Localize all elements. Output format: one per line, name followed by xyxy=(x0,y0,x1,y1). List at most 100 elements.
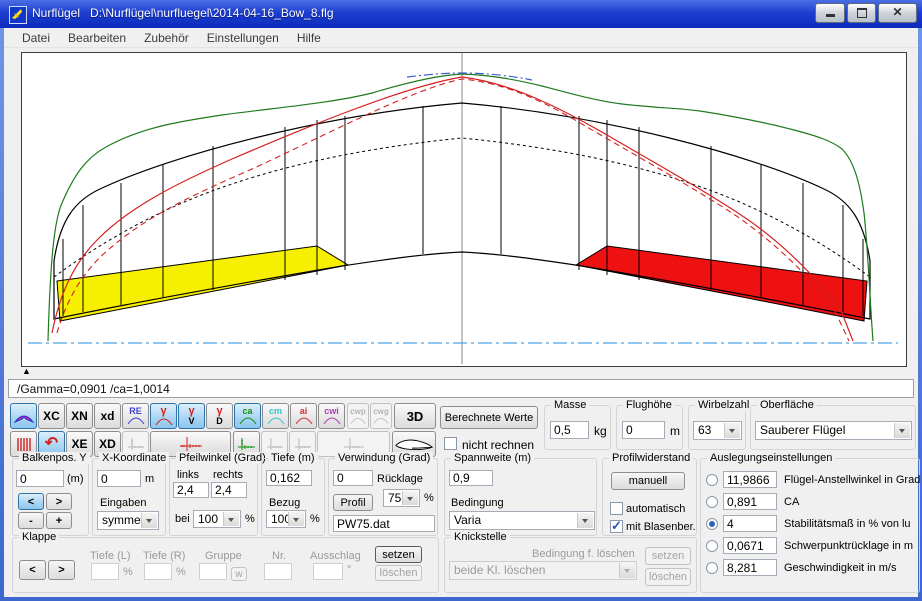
tiefe-r-label: Tiefe (R) xyxy=(143,550,185,562)
xn-button[interactable]: XN xyxy=(66,403,93,429)
balkenpos-next-button[interactable]: > xyxy=(46,493,72,510)
re-button[interactable]: RE xyxy=(122,403,149,429)
gamma-v-button[interactable]: γ V xyxy=(178,403,205,429)
menu-zubehoer[interactable]: Zubehör xyxy=(135,29,198,47)
wing-planform-canvas[interactable] xyxy=(21,52,907,367)
ca-label: CA xyxy=(784,496,799,508)
minimize-button[interactable] xyxy=(815,3,845,23)
cwp-button[interactable]: cwp xyxy=(347,403,369,429)
cm-curve-icon xyxy=(267,417,285,425)
ca-input[interactable] xyxy=(723,493,777,510)
balken-position-marker[interactable]: ▲ xyxy=(22,366,31,376)
chevron-down-icon xyxy=(402,491,418,505)
ausschlag-input[interactable] xyxy=(313,563,343,580)
radio-anstellwinkel[interactable] xyxy=(706,474,718,486)
profil-button[interactable]: Profil xyxy=(333,494,373,511)
client-area: ▲ /Gamma=0,0901 /ca=1,0014 XC XN xd RE γ… xyxy=(4,48,918,597)
restore-button[interactable] xyxy=(847,3,876,23)
nicht-rechnen-checkbox[interactable] xyxy=(444,437,457,450)
profil-file-input[interactable] xyxy=(333,515,435,532)
berechnete-werte-button[interactable]: Berechnete Werte xyxy=(440,406,538,429)
tiefe-input[interactable] xyxy=(266,470,312,486)
bezug-select[interactable]: 100 xyxy=(266,510,306,528)
ruecklage-percent: % xyxy=(424,492,434,504)
schwerpunkt-input[interactable] xyxy=(723,537,777,554)
status-bar: /Gamma=0,0901 /ca=1,0014 xyxy=(8,379,914,398)
bezug-percent: % xyxy=(310,513,320,525)
view-3d-button[interactable]: 3D xyxy=(394,403,436,429)
tiefe-r-percent: % xyxy=(176,566,186,578)
ca-button[interactable]: ca xyxy=(234,403,261,429)
close-icon: ✕ xyxy=(879,4,916,21)
chevron-down-icon xyxy=(577,513,593,528)
klappe-next-button[interactable]: > xyxy=(48,560,75,580)
blasenber-checkbox[interactable] xyxy=(610,520,623,533)
radio-ca[interactable] xyxy=(706,496,718,508)
balkenpos-input[interactable] xyxy=(16,470,64,487)
balkenpos-minus-button[interactable]: - xyxy=(18,512,44,529)
cwg-button[interactable]: cwg xyxy=(370,403,392,429)
oberflaeche-select[interactable]: Sauberer Flügel xyxy=(755,421,912,440)
menu-einstellungen[interactable]: Einstellungen xyxy=(198,29,288,47)
anstellwinkel-label: Flügel-Anstellwinkel in Grad xyxy=(784,474,920,486)
pfeilwinkel-links-input[interactable] xyxy=(173,482,209,498)
wirbelzahl-select[interactable]: 63 xyxy=(693,421,742,440)
geschwindigkeit-input[interactable] xyxy=(723,559,777,576)
eingaben-select[interactable]: symmetri xyxy=(97,511,159,530)
balkenpos-plus-button[interactable]: + xyxy=(46,512,72,529)
spannweite-input[interactable] xyxy=(449,470,493,486)
gruppe-input[interactable] xyxy=(199,563,227,580)
bedingung-select[interactable]: Varia xyxy=(449,511,595,530)
flughoehe-input[interactable] xyxy=(622,421,665,439)
chevron-down-icon xyxy=(223,512,239,526)
klappe-prev-button[interactable]: < xyxy=(19,560,46,580)
ai-button[interactable]: ai xyxy=(290,403,317,429)
pfeilwinkel-rechts-input[interactable] xyxy=(211,482,247,498)
klappe-setzen-button[interactable]: setzen xyxy=(375,546,422,563)
radio-stabilitaetsmass[interactable] xyxy=(706,518,718,530)
chevron-down-icon xyxy=(724,423,740,438)
title-bar[interactable]: Nurflügel D:\Nurflügel\nurfluegel\2014-0… xyxy=(0,0,922,28)
cwi-button[interactable]: cwi xyxy=(318,403,345,429)
tiefe-l-input[interactable] xyxy=(91,563,119,580)
cm-button[interactable]: cm xyxy=(262,403,289,429)
eingaben-label: Eingaben xyxy=(100,497,147,509)
bedingung-label: Bedingung xyxy=(451,497,504,509)
w-button[interactable]: w xyxy=(231,567,247,581)
close-button[interactable]: ✕ xyxy=(878,3,917,23)
masse-input[interactable] xyxy=(550,421,589,439)
nr-input[interactable] xyxy=(264,563,292,580)
status-text: /Gamma=0,0901 /ca=1,0014 xyxy=(17,382,170,396)
xc-button[interactable]: XC xyxy=(38,403,65,429)
axis-icon xyxy=(265,437,285,451)
ruecklage-select[interactable]: 75 xyxy=(383,489,420,507)
menu-datei[interactable]: Datei xyxy=(13,29,59,47)
auslegung-group: Auslegungseinstellungen Flügel-Anstellwi… xyxy=(700,458,920,593)
radio-schwerpunkt[interactable] xyxy=(706,540,718,552)
knickstelle-select[interactable]: beide Kl. löschen xyxy=(449,561,637,580)
xd-small-button[interactable]: xd xyxy=(94,403,121,429)
window-title: Nurflügel D:\Nurflügel\nurfluegel\2014-0… xyxy=(32,6,334,20)
automatisch-checkbox[interactable] xyxy=(610,502,623,515)
xkoordinate-input[interactable] xyxy=(97,470,141,487)
wing-view-button[interactable] xyxy=(10,403,37,429)
pfeilwinkel-bei-select[interactable]: 100 xyxy=(193,510,241,528)
radio-geschwindigkeit[interactable] xyxy=(706,562,718,574)
knickstelle-setzen-button[interactable]: setzen xyxy=(645,547,691,565)
anstellwinkel-input[interactable] xyxy=(723,471,777,488)
balkenpos-prev-button[interactable]: < xyxy=(18,493,44,510)
tiefe-r-input[interactable] xyxy=(144,563,172,580)
knickstelle-loeschen-button[interactable]: löschen xyxy=(645,568,691,586)
manuell-button[interactable]: manuell xyxy=(611,472,685,490)
ausschlag-label: Ausschlag xyxy=(310,550,361,562)
stabilitaetsmass-input[interactable] xyxy=(723,515,777,532)
gamma-d-button[interactable]: γ D xyxy=(206,403,233,429)
verwindung-input[interactable] xyxy=(333,470,373,486)
menu-bearbeiten[interactable]: Bearbeiten xyxy=(59,29,135,47)
gamma-button[interactable]: γ xyxy=(150,403,177,429)
rechts-label: rechts xyxy=(213,469,243,481)
menu-hilfe[interactable]: Hilfe xyxy=(288,29,330,47)
bei-label: bei xyxy=(175,513,190,525)
gruppe-label: Gruppe xyxy=(205,550,242,562)
klappe-loeschen-button[interactable]: löschen xyxy=(375,565,422,581)
